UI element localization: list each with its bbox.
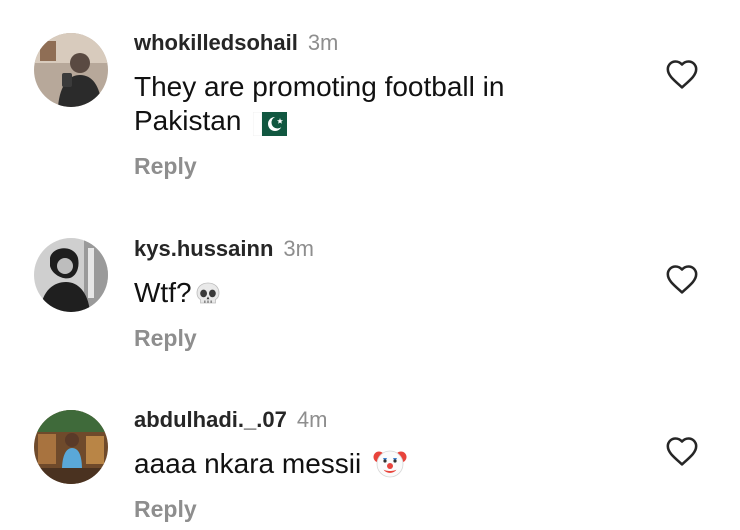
username[interactable]: kys.hussainn (134, 236, 273, 261)
comment-text: They are promoting football in Pakistan (134, 70, 594, 144)
heart-icon[interactable] (665, 263, 699, 295)
comment-meta: kys.hussainn 3m (134, 236, 314, 262)
username[interactable]: abdulhadi._.07 (134, 407, 287, 432)
timestamp: 4m (296, 407, 328, 432)
pakistan-flag-icon (252, 110, 288, 144)
clown-face-icon (373, 447, 407, 487)
heart-icon[interactable] (665, 58, 699, 90)
comment-body: They are promoting football in Pakistan (134, 71, 505, 136)
reply-button[interactable]: Reply (134, 495, 197, 523)
avatar[interactable] (34, 238, 108, 312)
reply-button[interactable]: Reply (134, 324, 197, 352)
avatar[interactable] (34, 410, 108, 484)
comment-body: aaaa nkara messii (134, 448, 362, 479)
timestamp: 3m (307, 30, 339, 55)
avatar[interactable] (34, 33, 108, 107)
username[interactable]: whokilledsohail (134, 30, 298, 55)
comment-body: Wtf? (134, 277, 192, 308)
reply-button[interactable]: Reply (134, 152, 197, 180)
heart-icon[interactable] (665, 435, 699, 467)
comment-text: Wtf? (134, 276, 594, 316)
comment-text: aaaa nkara messii (134, 447, 594, 487)
comment-meta: abdulhadi._.07 4m (134, 407, 327, 433)
timestamp: 3m (283, 236, 314, 261)
comment-meta: whokilledsohail 3m (134, 30, 338, 56)
skull-icon (194, 280, 222, 316)
